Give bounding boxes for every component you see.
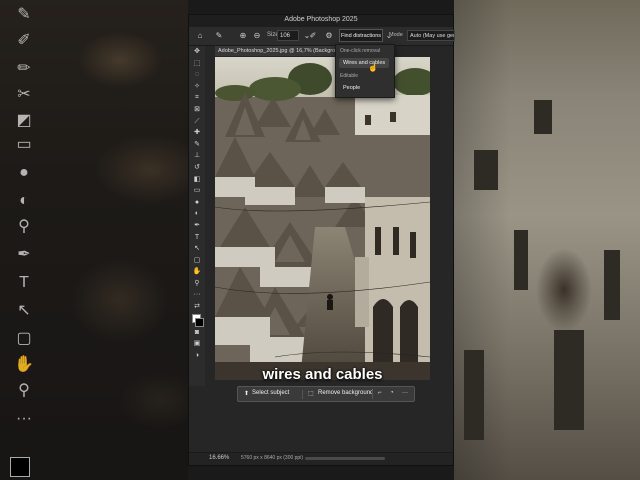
trulli-photo [215, 57, 430, 380]
type-tool-icon[interactable]: T [189, 232, 205, 244]
select-subject-button[interactable]: Select subject [252, 390, 289, 396]
screen-mode-icon[interactable]: ▣ [189, 338, 205, 350]
crop-tool-icon[interactable]: ⌗ [189, 92, 205, 104]
bg-brush-icon-2: ✐ [17, 32, 31, 49]
image-canvas[interactable] [215, 57, 430, 380]
mode-label: Mode [389, 32, 403, 38]
options-bar: ⌂ ✎ ⊕ ⊖ Size 106 ⌄ ✐ ⚙ Find distractions… [189, 27, 455, 46]
magic-wand-tool-icon[interactable]: ✧ [189, 81, 205, 93]
transform-icon[interactable]: ⌐ [378, 390, 382, 396]
bg-select-icon: ↖ [17, 302, 31, 319]
bg-brush-icon: ✎ [17, 6, 31, 23]
eyedropper-tool-icon[interactable]: ⟋ [189, 116, 205, 128]
lasso-tool-icon[interactable]: ◌ [189, 69, 205, 81]
more-tools-icon[interactable]: ··· [189, 289, 205, 301]
color-swatches[interactable] [189, 313, 205, 327]
bg-pencil-icon: ✏ [17, 60, 31, 77]
horizontal-scrollbar[interactable] [305, 457, 385, 460]
bg-dodge-icon: ◐ [19, 192, 29, 209]
quick-mask-icon[interactable]: ◙ [189, 327, 205, 339]
bg-eraser-icon: ◩ [16, 112, 32, 129]
bg-zoom-icon: ⚲ [18, 218, 30, 235]
move-tool-icon[interactable]: ✥ [189, 46, 205, 58]
dodge-tool-icon[interactable]: ◐ [189, 208, 205, 220]
bg-color-swatch [10, 457, 30, 477]
rectangle-tool-icon[interactable]: ▢ [189, 255, 205, 267]
divider [302, 390, 303, 399]
find-distractions-button[interactable]: Find distractions [339, 29, 383, 42]
adjustment-icon[interactable]: ◑ [189, 350, 205, 362]
app-title: Adobe Photoshop 2025 [284, 16, 358, 23]
marquee-tool-icon[interactable]: ⬚ [189, 58, 205, 70]
gradient-tool-icon[interactable]: ▭ [189, 185, 205, 197]
remove-background-icon[interactable]: ⬚ [308, 390, 314, 397]
bg-more-icon: ··· [16, 410, 32, 427]
hand-tool-icon[interactable]: ✋ [189, 266, 205, 278]
document-dimensions: 5760 px x 8640 px (300 ppi) [241, 455, 303, 461]
invert-icon[interactable]: ◔ [390, 390, 394, 396]
bg-pen-icon: ✒ [17, 246, 31, 263]
frame-tool-icon[interactable]: ⊠ [189, 104, 205, 116]
tools-panel: ✥ ⬚ ◌ ✧ ⌗ ⊠ ⟋ ✚ ✎ ⊥ ↺ ◧ ▭ ● ◐ ✒ T ↖ ▢ ✋ … [189, 46, 205, 386]
more-options-button[interactable]: ··· [402, 390, 408, 396]
spot-healing-tool-icon[interactable]: ✚ [189, 127, 205, 139]
brush-subtract-icon[interactable]: ⊖ [251, 30, 263, 42]
background-photo-right [454, 0, 640, 480]
bg-gradient-icon: ▭ [16, 136, 32, 153]
eraser-tool-icon[interactable]: ◧ [189, 174, 205, 186]
contextual-task-bar: ⬆ Select subject ⬚ Remove background ⌐ ◔… [237, 386, 415, 402]
background-photo-left: ✎ ✐ ✏ ✂ ◩ ▭ ● ◐ ⚲ ✒ T ↖ ▢ ✋ ⚲ ··· [0, 0, 188, 480]
bg-type-icon: T [19, 274, 29, 291]
remove-brush-icon[interactable]: ✎ [213, 30, 225, 42]
video-caption: wires and cables [262, 366, 383, 383]
photoshop-window: Adobe Photoshop 2025 ⌂ ✎ ⊕ ⊖ Size 106 ⌄ … [188, 14, 455, 466]
mode-select[interactable]: Auto (May use genera [407, 30, 455, 41]
mouse-cursor-icon: ☝ [368, 63, 378, 72]
zoom-level[interactable]: 16.66% [209, 455, 229, 461]
brush-tool-icon[interactable]: ✎ [189, 139, 205, 151]
section-editable: Editable [340, 73, 359, 79]
bg-zoom-icon-2: ⚲ [18, 382, 30, 399]
bg-drop-icon: ● [19, 164, 29, 181]
clone-stamp-tool-icon[interactable]: ⊥ [189, 150, 205, 162]
menu-item-wires-and-cables[interactable]: Wires and cables [339, 58, 390, 68]
title-bar: Adobe Photoshop 2025 [189, 15, 453, 27]
bg-hand-icon: ✋ [14, 356, 34, 373]
gear-icon[interactable]: ⚙ [323, 30, 335, 42]
swap-colors-icon[interactable]: ⇄ [189, 301, 205, 313]
path-selection-tool-icon[interactable]: ↖ [189, 243, 205, 255]
size-input[interactable]: 106 [277, 30, 299, 41]
divider-2 [372, 390, 373, 399]
bg-stamp-icon: ✂ [17, 86, 31, 103]
zoom-tool-icon[interactable]: ⚲ [189, 278, 205, 290]
blur-tool-icon[interactable]: ● [189, 197, 205, 209]
bg-rect-icon: ▢ [16, 330, 32, 347]
brush-settings-icon[interactable]: ✐ [307, 30, 319, 42]
find-distractions-dropdown: One-click removal Wires and cables Edita… [335, 44, 395, 98]
status-bar: 16.66% 5760 px x 8640 px (300 ppi) [189, 452, 453, 465]
brush-add-icon[interactable]: ⊕ [237, 30, 249, 42]
select-subject-icon[interactable]: ⬆ [244, 390, 249, 397]
menu-item-people[interactable]: People [339, 83, 364, 93]
pen-tool-icon[interactable]: ✒ [189, 220, 205, 232]
home-icon[interactable]: ⌂ [194, 30, 206, 42]
section-one-click: One-click removal [340, 48, 381, 54]
remove-background-button[interactable]: Remove background [318, 390, 373, 396]
document-tab[interactable]: Adobe_Photoshop_2025.jpg @ 16,7% (Backgr… [215, 46, 335, 56]
history-brush-tool-icon[interactable]: ↺ [189, 162, 205, 174]
